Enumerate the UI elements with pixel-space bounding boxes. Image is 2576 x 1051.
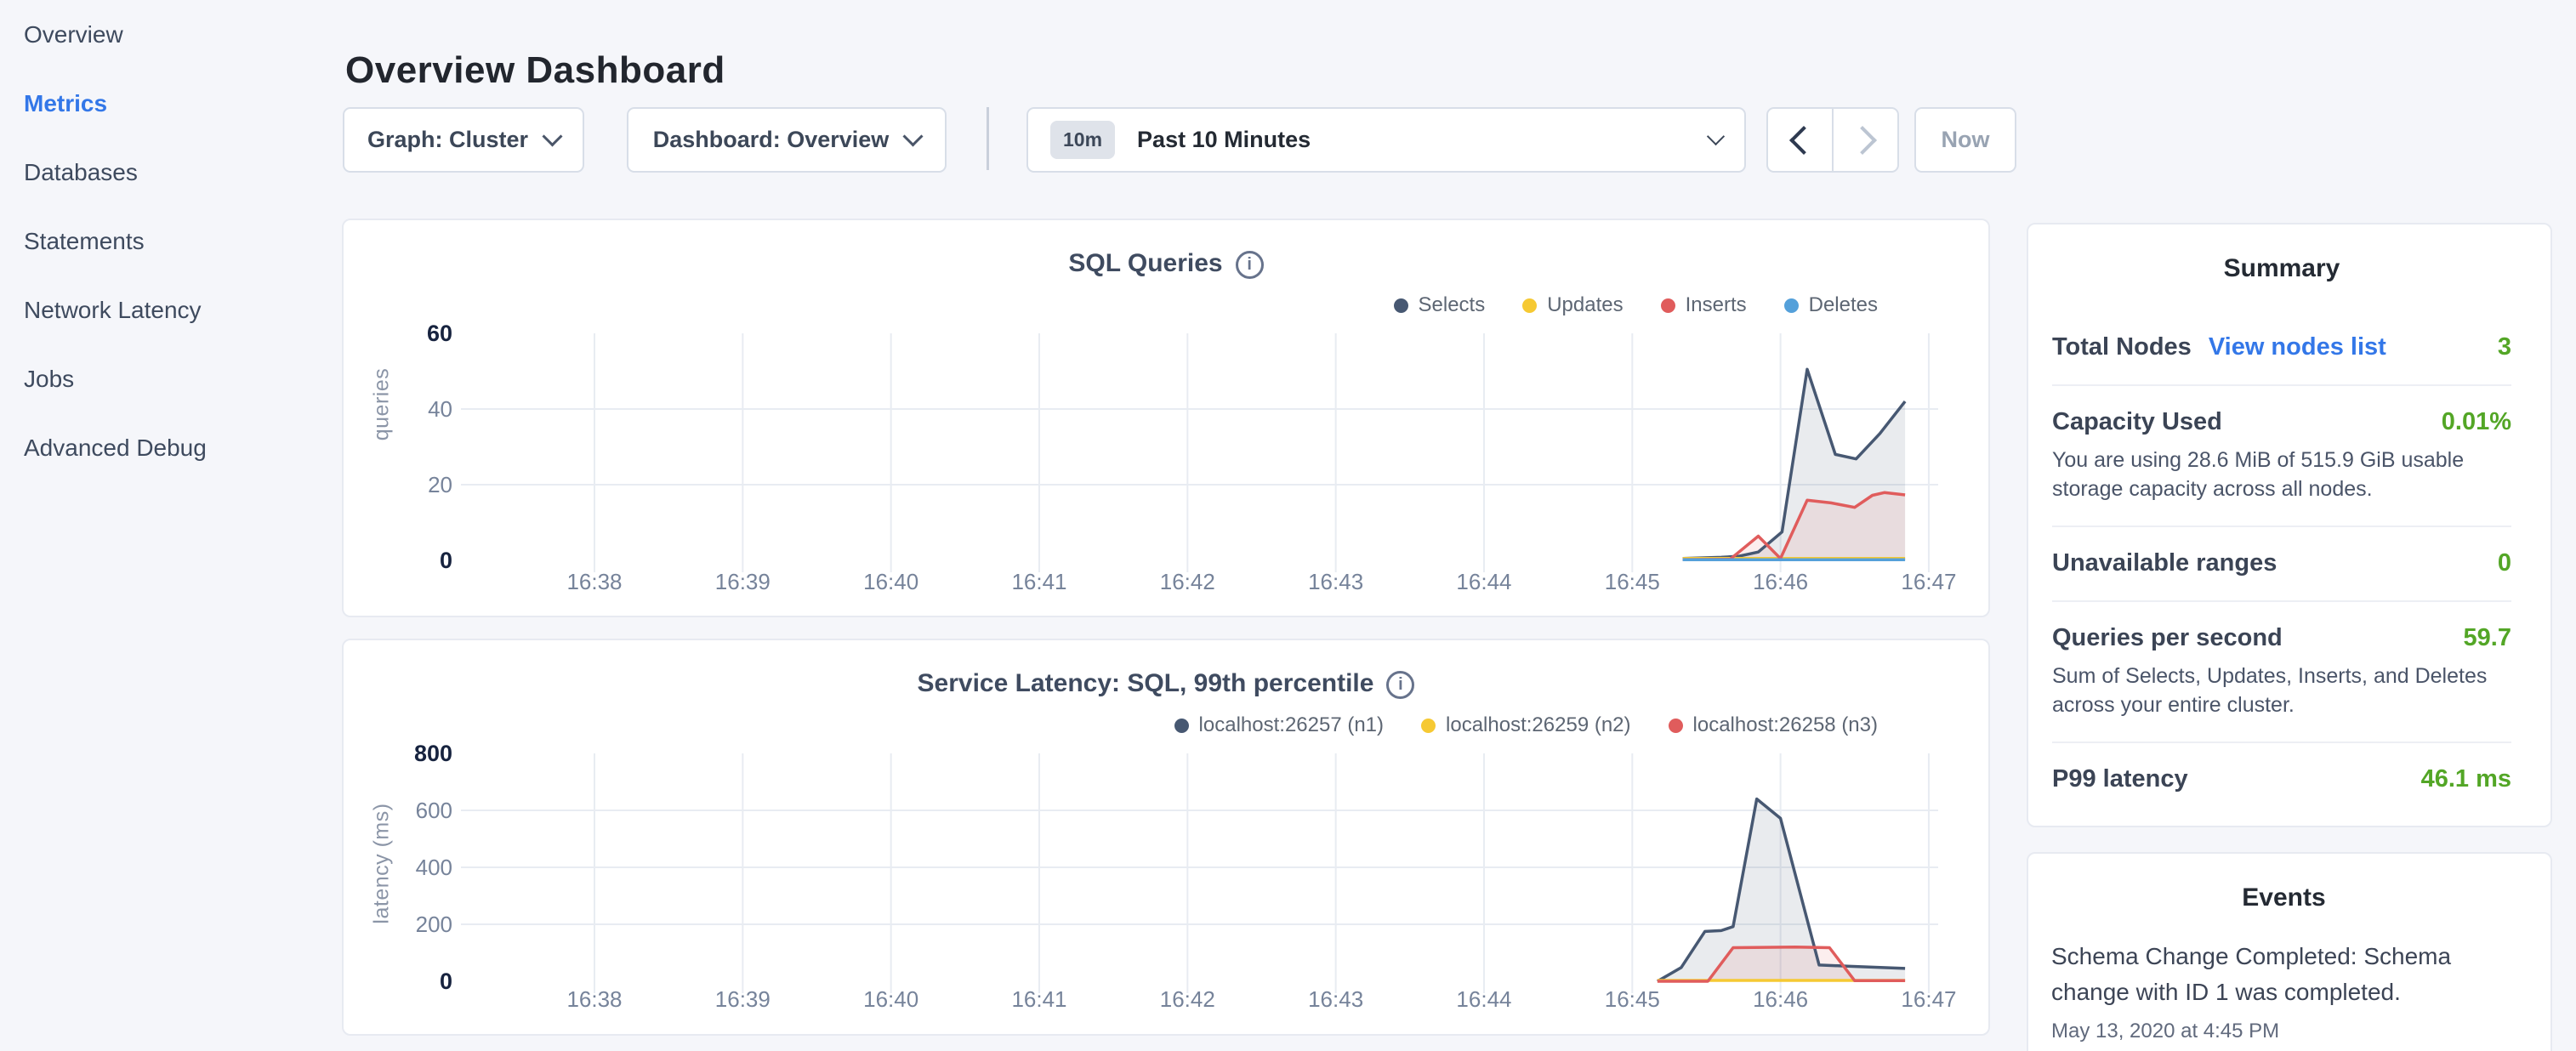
sidebar-item-overview[interactable]: Overview: [0, 0, 342, 69]
total-nodes-value: 3: [2498, 332, 2511, 362]
time-window-dropdown[interactable]: 10m Past 10 Minutes: [1026, 107, 1746, 173]
next-time-button[interactable]: [1834, 109, 1897, 171]
y-axis-title: latency (ms): [370, 762, 395, 966]
events-title: Events: [2051, 879, 2516, 917]
summary-panel: Summary Total Nodes View nodes list 3 Ca…: [2027, 223, 2552, 827]
queries-per-second-description: Sum of Selects, Updates, Inserts, and De…: [2052, 662, 2511, 719]
event-timestamp: May 13, 2020 at 4:45 PM: [2051, 1017, 2516, 1046]
queries-per-second-label: Queries per second: [2052, 622, 2283, 653]
graph-scope-dropdown-label: Graph: Cluster: [367, 127, 528, 153]
p99-latency-row: P99 latency 46.1 ms: [2052, 743, 2511, 816]
graph-scope-dropdown[interactable]: Graph: Cluster: [343, 107, 584, 173]
chevron-down-icon: [903, 126, 924, 146]
sidebar-item-databases[interactable]: Databases: [0, 138, 342, 207]
sidebar: OverviewMetricsDatabasesStatementsNetwor…: [0, 0, 342, 1051]
prev-time-button[interactable]: [1768, 109, 1834, 171]
metrics-page: OverviewMetricsDatabasesStatementsNetwor…: [0, 0, 2576, 1051]
sidebar-item-jobs[interactable]: Jobs: [0, 344, 342, 413]
p99-latency-value: 46.1 ms: [2421, 764, 2511, 794]
dashboard-dropdown-label: Dashboard: Overview: [653, 127, 890, 153]
service-latency-chart-card: Service Latency: SQL, 99th percentilei l…: [342, 639, 1990, 1036]
chevron-left-icon: [1789, 126, 1818, 155]
total-nodes-row: Total Nodes View nodes list 3: [2052, 311, 2511, 386]
total-nodes-label: Total Nodes: [2052, 332, 2192, 362]
sidebar-item-network-latency[interactable]: Network Latency: [0, 276, 342, 344]
chart-plot-area[interactable]: [344, 220, 1988, 616]
events-panel: Events Schema Change Completed: Schema c…: [2027, 852, 2552, 1051]
sidebar-item-advanced-debug[interactable]: Advanced Debug: [0, 413, 342, 482]
now-button[interactable]: Now: [1914, 107, 2016, 173]
controls-divider: [987, 107, 989, 170]
queries-per-second-row: Queries per second 59.7 Sum of Selects, …: [2052, 602, 2511, 743]
page-title: Overview Dashboard: [345, 47, 725, 94]
queries-per-second-value: 59.7: [2464, 622, 2511, 653]
p99-latency-label: P99 latency: [2052, 764, 2188, 794]
chevron-down-icon: [1707, 128, 1725, 145]
time-step-buttons: [1766, 107, 1899, 173]
now-button-label: Now: [1942, 127, 1990, 153]
unavailable-ranges-row: Unavailable ranges 0: [2052, 527, 2511, 602]
capacity-used-description: You are using 28.6 MiB of 515.9 GiB usab…: [2052, 446, 2511, 503]
chevron-right-icon: [1848, 126, 1877, 155]
sidebar-item-statements[interactable]: Statements: [0, 207, 342, 276]
unavailable-ranges-label: Unavailable ranges: [2052, 548, 2277, 578]
summary-title: Summary: [2052, 250, 2511, 287]
sql-queries-chart-card: SQL Queriesi SelectsUpdatesInsertsDelete…: [342, 219, 1990, 617]
event-item[interactable]: Schema Change Completed: Schema change w…: [2051, 939, 2476, 1010]
time-window-label: Past 10 Minutes: [1137, 127, 1311, 153]
time-window-badge: 10m: [1050, 121, 1115, 159]
capacity-used-label: Capacity Used: [2052, 406, 2222, 437]
chevron-down-icon: [542, 126, 562, 146]
dashboard-dropdown[interactable]: Dashboard: Overview: [627, 107, 947, 173]
capacity-used-row: Capacity Used 0.01% You are using 28.6 M…: [2052, 386, 2511, 527]
chart-plot-area[interactable]: [344, 640, 1988, 1034]
y-axis-title: queries: [370, 303, 395, 507]
unavailable-ranges-value: 0: [2498, 548, 2511, 578]
view-nodes-list-link[interactable]: View nodes list: [2209, 332, 2386, 362]
sidebar-item-metrics[interactable]: Metrics: [0, 69, 342, 138]
capacity-used-value: 0.01%: [2442, 406, 2511, 437]
